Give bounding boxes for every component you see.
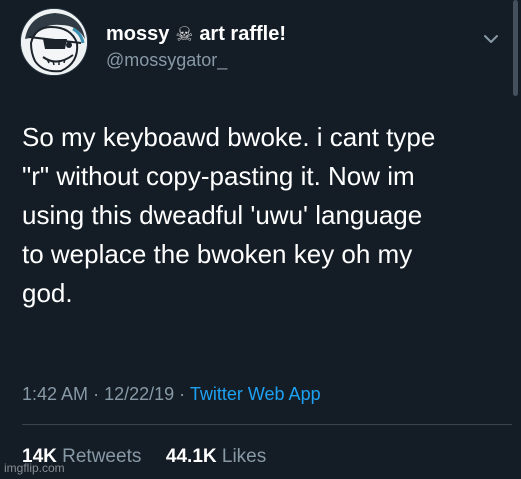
tweet-text-line: "r" without copy-pasting it. Now im <box>22 161 415 191</box>
tweet-date[interactable]: 12/22/19 <box>104 384 174 404</box>
tweet-time[interactable]: 1:42 AM <box>22 384 88 404</box>
retweets-label: Retweets <box>62 446 142 467</box>
meta-separator: · <box>179 384 186 404</box>
scrollbar[interactable] <box>513 0 518 96</box>
tweet-text-line: god. <box>22 278 73 308</box>
display-name[interactable]: mossy ☠ art raffle! <box>106 22 286 46</box>
likes-count: 44.1K <box>165 446 217 467</box>
tweet-card: mossy ☠ art raffle! @mossygator_ So my k… <box>0 0 521 479</box>
user-handle[interactable]: @mossygator_ <box>106 50 227 71</box>
avatar[interactable] <box>20 8 88 76</box>
likes-stat[interactable]: 44.1K Likes <box>166 446 266 467</box>
tweet-text-line: So my keyboawd bwoke. i cant type <box>22 122 436 152</box>
meta-separator: · <box>93 384 100 404</box>
likes-label: Likes <box>221 446 267 467</box>
display-name-suffix: art raffle! <box>199 22 287 45</box>
divider <box>22 424 512 425</box>
tweet-text: So my keyboawd bwoke. i cant type "r" wi… <box>22 118 502 313</box>
skull-icon: ☠ <box>175 22 194 46</box>
tweet-text-line: to weplace the bwoken key oh my <box>22 239 413 269</box>
tweet-metadata: 1:42 AM · 12/22/19 · Twitter Web App <box>22 384 321 405</box>
cartoon-avatar-image <box>21 9 87 75</box>
tweet-text-line: using this dweadful 'uwu' language <box>22 200 423 230</box>
watermark: imgflip.com <box>4 461 65 475</box>
chevron-down-icon[interactable] <box>483 32 499 46</box>
tweet-source-link[interactable]: Twitter Web App <box>190 384 321 404</box>
display-name-text: mossy <box>106 22 170 45</box>
